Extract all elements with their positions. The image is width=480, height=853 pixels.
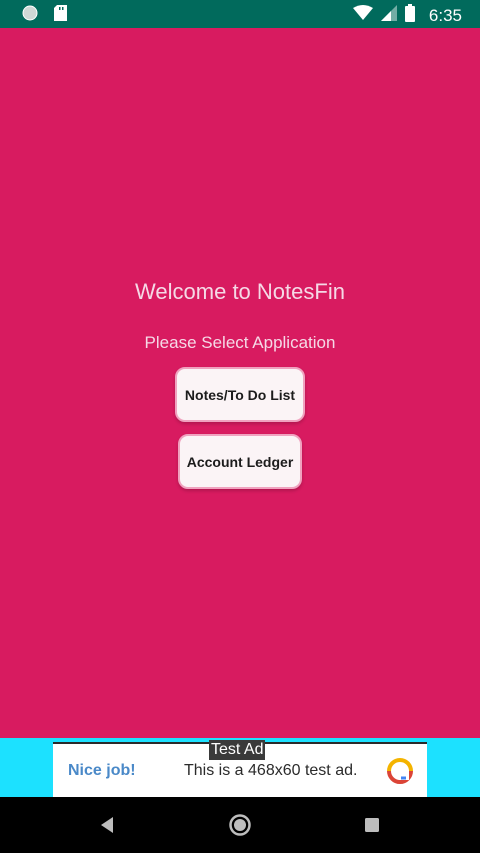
recents-icon[interactable] [358,811,386,839]
account-ledger-button[interactable]: Account Ledger [178,434,302,489]
ad-description-text: This is a 468x60 test ad. [184,762,358,779]
signal-icon [380,5,397,26]
sd-card-icon [54,5,67,26]
ad-choices-logo-icon[interactable] [387,758,413,784]
welcome-title: Welcome to NotesFin [135,279,345,304]
test-ad-label: Test Ad [209,740,266,760]
home-icon[interactable] [226,811,254,839]
status-bar-right: 6:35 [352,4,462,27]
navigation-bar [0,797,480,853]
wifi-icon [352,5,373,26]
status-bar-left [22,5,67,26]
status-bar: 6:35 [0,0,480,28]
status-time: 6:35 [428,5,462,25]
ad-area: Test Ad Nice job! This is a 468x60 test … [0,738,480,797]
select-application-label: Please Select Application [144,333,336,352]
battery-icon [404,4,415,27]
main-content: Welcome to NotesFin Please Select Applic… [0,28,480,738]
circle-notification-icon [22,5,38,26]
notes-todo-list-button[interactable]: Notes/To Do List [175,367,305,422]
back-icon[interactable] [93,811,121,839]
ad-nice-job-text: Nice job! [68,762,136,779]
